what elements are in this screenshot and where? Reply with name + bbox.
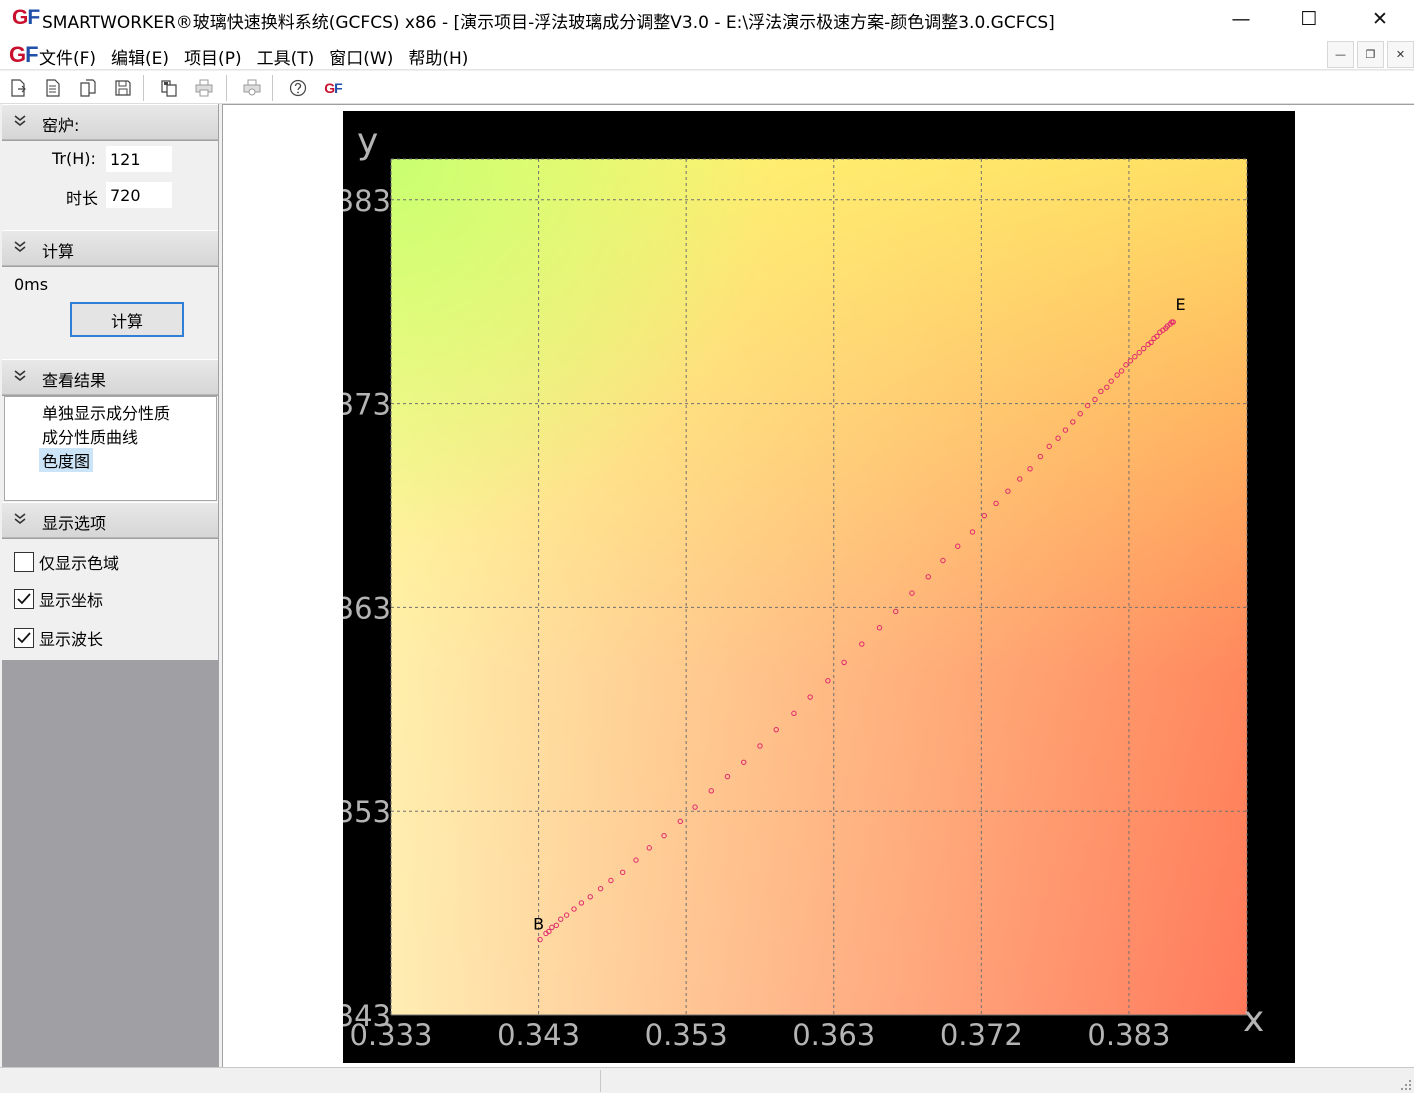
y-tick-label: .373	[343, 388, 391, 422]
checkbox-checked[interactable]	[14, 628, 34, 648]
copy-icon[interactable]	[157, 76, 181, 100]
option-label: 仅显示色域	[39, 554, 120, 573]
menu-bar: GF 文件(F) 编辑(E) 项目(P) 工具(T) 窗口(W) 帮助(H) —…	[0, 38, 1414, 70]
duration-input[interactable]	[106, 182, 172, 208]
collapse-chevron-icon[interactable]	[13, 240, 27, 254]
print-icon[interactable]	[192, 76, 216, 100]
point-annotation: E	[1176, 295, 1186, 314]
chart-canvas[interactable]: 0.3330.3430.3530.3630.3720.383.343.353.3…	[326, 111, 1295, 1063]
new-icon[interactable]	[6, 76, 30, 100]
maximize-button[interactable]: ☐	[1286, 0, 1332, 38]
x-tick-label: 0.383	[1087, 1018, 1170, 1052]
duration-label: 时长	[66, 189, 99, 208]
option-label: 显示波长	[39, 630, 104, 649]
option-gamut-only[interactable]: 仅显示色域	[14, 550, 119, 574]
list-item[interactable]: 单独显示成分性质	[39, 400, 173, 424]
mdi-minimize-button[interactable]: —	[1327, 41, 1354, 68]
panel-kiln-body: Tr(H): 时长	[2, 141, 218, 230]
sidebar: 窑炉: Tr(H): 时长 计算 0ms 计算 查看结果 单独显示成分性质 成分…	[2, 104, 219, 1067]
x-tick-label: 0.353	[645, 1018, 728, 1052]
chromaticity-chart[interactable]: 0.3330.3430.3530.3630.3720.383.343.353.3…	[326, 111, 1295, 1063]
y-tick-label: .353	[343, 795, 391, 829]
color-field	[391, 159, 1247, 1015]
toolbar: GF	[0, 71, 1414, 104]
panel-kiln-header[interactable]: 窑炉:	[2, 104, 218, 140]
tr-input[interactable]	[106, 146, 172, 172]
menu-tools[interactable]: 工具(T)	[257, 44, 315, 69]
checkbox-checked[interactable]	[14, 589, 34, 609]
panel-results-title: 查看结果	[42, 371, 107, 390]
list-item-selected[interactable]: 色度图	[39, 448, 94, 472]
calculate-button[interactable]: 计算	[70, 302, 184, 337]
minimize-button[interactable]: —	[1218, 0, 1264, 38]
save-as-icon[interactable]	[76, 76, 100, 100]
option-show-wavelength[interactable]: 显示波长	[14, 626, 103, 650]
panel-kiln-title: 窑炉:	[42, 116, 80, 135]
resize-grip-icon[interactable]	[1400, 1079, 1412, 1091]
menu-help[interactable]: 帮助(H)	[408, 44, 468, 69]
y-axis-label: y	[357, 121, 378, 162]
panel-display-body: 仅显示色域 显示坐标 显示波长	[2, 539, 218, 660]
title-bar: GF SMARTWORKER®玻璃快速换料系统(GCFCS) x86 - [演示…	[0, 0, 1414, 38]
tr-label: Tr(H):	[52, 149, 96, 168]
point-annotation: B	[533, 914, 544, 933]
elapsed-time: 0ms	[14, 275, 49, 294]
panel-display-header[interactable]: 显示选项	[2, 502, 218, 538]
y-tick-label: .383	[343, 184, 391, 218]
menu-edit[interactable]: 编辑(E)	[111, 44, 169, 69]
panel-calc-header[interactable]: 计算	[2, 230, 218, 266]
checkbox[interactable]	[14, 552, 34, 572]
help-icon[interactable]	[286, 76, 310, 100]
save-icon[interactable]	[111, 76, 135, 100]
close-button[interactable]: ✕	[1357, 0, 1403, 38]
panel-results-header[interactable]: 查看结果	[2, 359, 218, 395]
app-logo-icon: GF	[12, 6, 40, 29]
panel-calc-title: 计算	[42, 242, 75, 261]
window-title: SMARTWORKER®玻璃快速换料系统(GCFCS) x86 - [演示项目-…	[42, 13, 1055, 33]
y-tick-label: .363	[343, 591, 391, 625]
mdi-close-button[interactable]: ✕	[1387, 41, 1414, 68]
option-label: 显示坐标	[39, 591, 104, 610]
status-bar	[0, 1067, 1414, 1093]
collapse-chevron-icon[interactable]	[13, 512, 27, 526]
y-tick-label: .343	[343, 999, 391, 1033]
x-tick-label: 0.343	[497, 1018, 580, 1052]
document-logo-icon[interactable]: GF	[9, 42, 39, 68]
list-item[interactable]: 成分性质曲线	[39, 424, 141, 448]
option-show-coords[interactable]: 显示坐标	[14, 587, 103, 611]
open-icon[interactable]	[41, 76, 65, 100]
x-tick-label: 0.372	[940, 1018, 1023, 1052]
x-axis-label: x	[1243, 999, 1264, 1040]
menu-file[interactable]: 文件(F)	[39, 44, 96, 69]
print-preview-icon[interactable]	[240, 76, 264, 100]
menu-project[interactable]: 项目(P)	[184, 44, 242, 69]
mdi-restore-button[interactable]: ❐	[1357, 41, 1384, 68]
collapse-chevron-icon[interactable]	[13, 369, 27, 383]
collapse-chevron-icon[interactable]	[13, 114, 27, 128]
about-icon[interactable]: GF	[321, 76, 345, 100]
results-list: 单独显示成分性质 成分性质曲线 色度图	[4, 396, 217, 501]
panel-display-title: 显示选项	[42, 514, 107, 533]
x-tick-label: 0.363	[792, 1018, 875, 1052]
menu-window[interactable]: 窗口(W)	[329, 44, 393, 69]
